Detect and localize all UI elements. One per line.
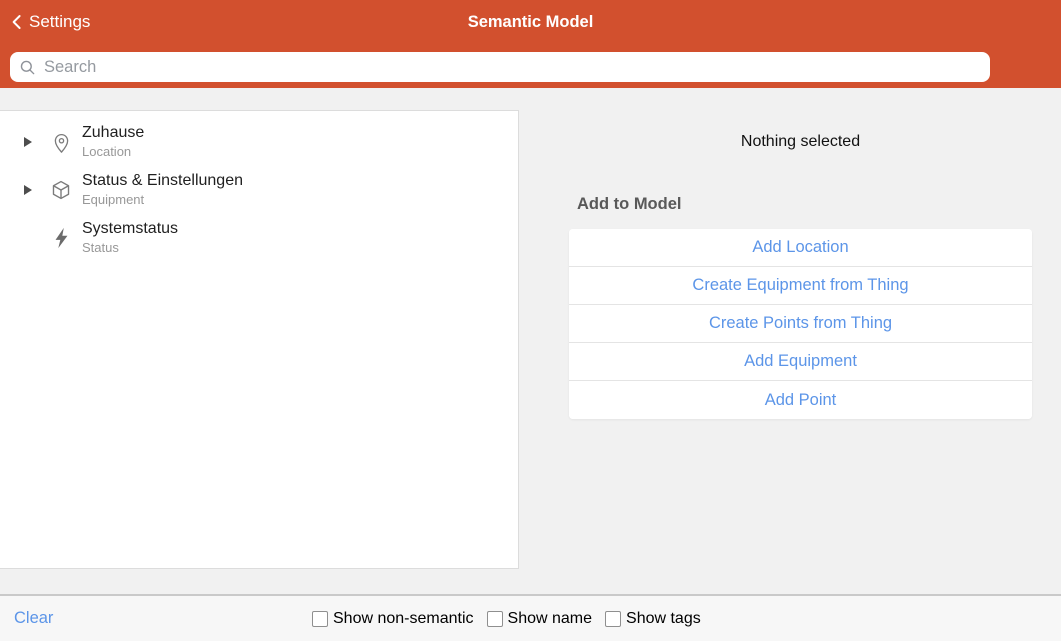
create-equipment-from-thing-button[interactable]: Create Equipment from Thing <box>569 267 1032 305</box>
checkbox-icon[interactable] <box>312 611 328 627</box>
location-pin-icon <box>40 131 82 154</box>
header-bar: Settings Semantic Model <box>0 0 1061 88</box>
add-to-model-actions: Add Location Create Equipment from Thing… <box>569 229 1032 419</box>
search-bar[interactable] <box>10 52 990 82</box>
show-tags-toggle[interactable]: Show tags <box>605 610 701 628</box>
nothing-selected-text: Nothing selected <box>569 133 1032 151</box>
expand-arrow[interactable] <box>24 185 40 195</box>
tree-item-systemstatus[interactable]: Systemstatus Status <box>0 214 518 262</box>
add-point-button[interactable]: Add Point <box>569 381 1032 419</box>
search-input[interactable] <box>36 52 990 82</box>
footer-bar: Clear Show non-semantic Show name Show t… <box>0 594 1061 641</box>
clear-button[interactable]: Clear <box>14 596 53 641</box>
checkbox-icon[interactable] <box>605 611 621 627</box>
chevron-right-icon <box>24 185 32 195</box>
expand-arrow[interactable] <box>24 137 40 147</box>
add-to-model-heading: Add to Model <box>577 195 681 214</box>
add-location-button[interactable]: Add Location <box>569 229 1032 267</box>
tree-item-type: Location <box>82 144 144 160</box>
checkbox-icon[interactable] <box>487 611 503 627</box>
create-points-from-thing-button[interactable]: Create Points from Thing <box>569 305 1032 343</box>
checkbox-label-text: Show tags <box>626 610 701 628</box>
tree-item-label: Status & Einstellungen <box>82 171 243 192</box>
tree-item-text: Zuhause Location <box>82 123 144 160</box>
tree-item-type: Equipment <box>82 192 243 208</box>
show-name-toggle[interactable]: Show name <box>487 610 593 628</box>
page-title: Semantic Model <box>0 13 1061 32</box>
tree-item-text: Status & Einstellungen Equipment <box>82 171 243 208</box>
tree-item-zuhause[interactable]: Zuhause Location <box>0 118 518 166</box>
tree-item-label: Zuhause <box>82 123 144 144</box>
back-button-label: Settings <box>29 12 90 32</box>
show-non-semantic-toggle[interactable]: Show non-semantic <box>312 610 474 628</box>
checkbox-label-text: Show non-semantic <box>333 610 474 628</box>
display-options: Show non-semantic Show name Show tags <box>312 596 701 641</box>
navbar: Settings Semantic Model <box>0 0 1061 44</box>
tree-item-text: Systemstatus Status <box>82 219 178 256</box>
semantic-model-tree: Zuhause Location Status & Einstellungen … <box>0 110 519 569</box>
add-equipment-button[interactable]: Add Equipment <box>569 343 1032 381</box>
tree-item-status-einstellungen[interactable]: Status & Einstellungen Equipment <box>0 166 518 214</box>
tree-item-type: Status <box>82 240 178 256</box>
chevron-left-icon <box>8 13 26 31</box>
back-button[interactable]: Settings <box>8 12 90 32</box>
checkbox-label-text: Show name <box>508 610 593 628</box>
search-icon <box>10 59 36 76</box>
chevron-right-icon <box>24 137 32 147</box>
cube-icon <box>40 179 82 201</box>
lightning-bolt-icon <box>40 227 82 249</box>
tree-item-label: Systemstatus <box>82 219 178 240</box>
